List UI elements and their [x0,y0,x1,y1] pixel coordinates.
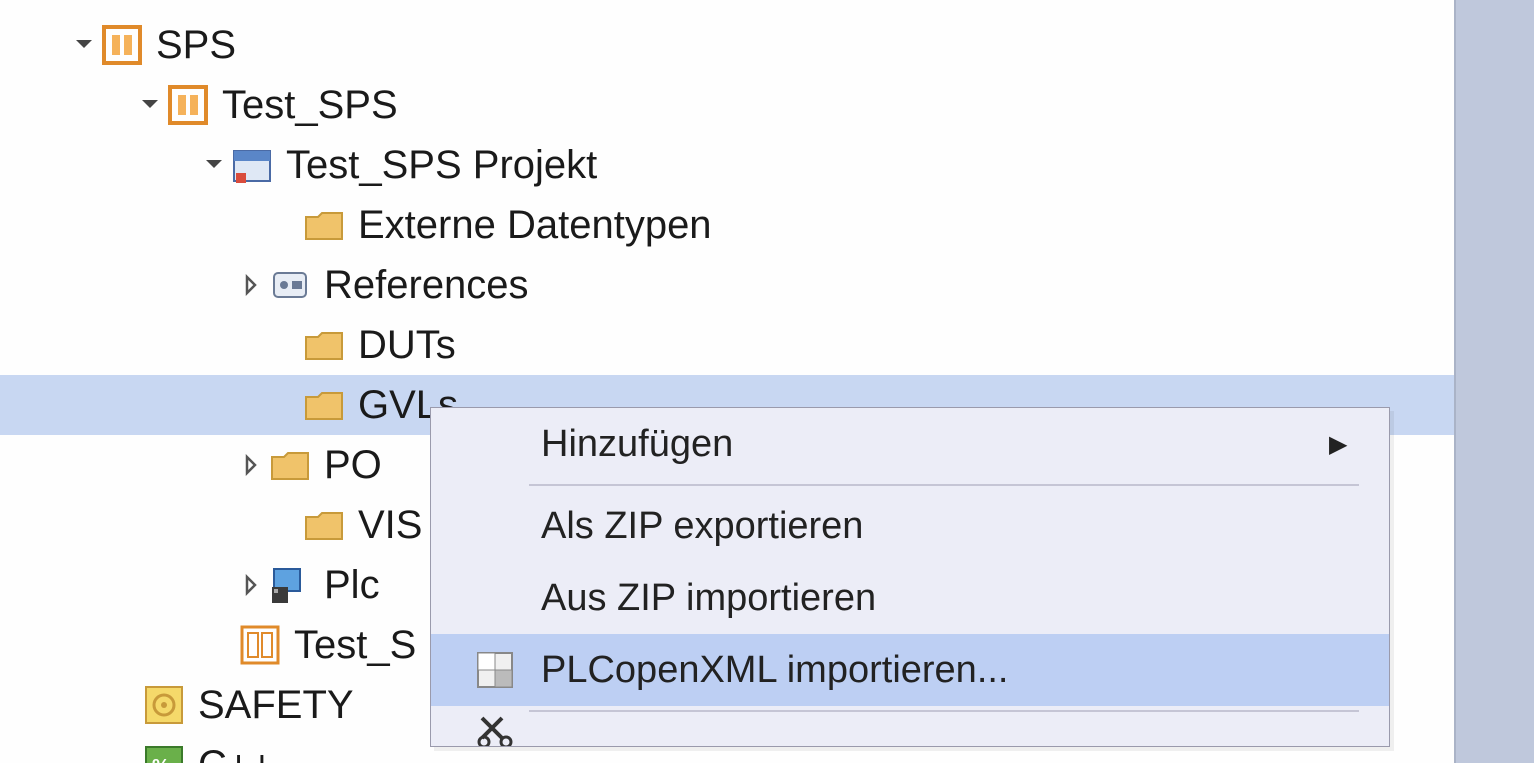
tree-label: SPS [156,23,236,68]
tree-node-project[interactable]: Test_SPS Projekt [0,135,1454,195]
tree-label: Test_SPS [222,83,398,128]
menu-item-zip-import[interactable]: Aus ZIP importieren [431,562,1389,634]
context-menu: Hinzufügen ▶ Als ZIP exportieren Aus ZIP… [430,407,1390,747]
tree-label: Test_S [294,623,416,668]
tree-node-test-sps[interactable]: Test_SPS [0,75,1454,135]
scissors-icon [461,716,529,746]
tree-node-references[interactable]: References [0,255,1454,315]
folder-icon [300,201,348,249]
tree-label: VIS [358,503,422,548]
tree-label: C++ [198,743,274,763]
menu-label: PLCopenXML importieren... [529,649,1359,692]
submenu-arrow-icon: ▶ [1329,430,1359,459]
project-tree: SPS Test_SPS Test_SPS Projekt [0,0,1454,763]
folder-icon [300,501,348,549]
menu-separator [529,484,1359,486]
references-icon [266,261,314,309]
tree-label: References [324,263,529,308]
folder-icon [300,381,348,429]
collapse-icon[interactable] [70,34,98,56]
xml-import-icon [461,649,529,691]
plc-chip-icon [98,21,146,69]
plc-instance-icon [236,621,284,669]
tree-node-sps[interactable]: SPS [0,15,1454,75]
menu-item-zip-export[interactable]: Als ZIP exportieren [431,490,1389,562]
menu-item-plcopen-import[interactable]: PLCopenXML importieren... [431,634,1389,706]
menu-item-cut[interactable] [431,716,1389,746]
project-window-icon [228,141,276,189]
folder-icon [266,441,314,489]
collapse-icon[interactable] [136,94,164,116]
tree-label: SAFETY [198,683,354,728]
task-config-icon [266,561,314,609]
cpp-icon: % [140,741,188,763]
expand-icon[interactable] [238,574,266,596]
panel-divider[interactable] [1454,0,1534,763]
menu-separator [529,710,1359,712]
collapse-icon[interactable] [200,154,228,176]
folder-icon [300,321,348,369]
expand-icon[interactable] [238,454,266,476]
menu-item-add[interactable]: Hinzufügen ▶ [431,408,1389,480]
tree-node-duts[interactable]: DUTs [0,315,1454,375]
safety-gear-icon [140,681,188,729]
menu-label: Als ZIP exportieren [529,505,1359,548]
plc-chip-icon [164,81,212,129]
expand-icon[interactable] [238,274,266,296]
tree-label: Externe Datentypen [358,203,712,248]
svg-text:%: % [152,756,170,763]
tree-label: PO [324,443,382,488]
tree-label: Test_SPS Projekt [286,143,597,188]
menu-label: Aus ZIP importieren [529,577,1359,620]
tree-node-ext-dt[interactable]: Externe Datentypen [0,195,1454,255]
menu-label: Hinzufügen [529,423,1329,466]
tree-label: Plc [324,563,380,608]
tree-label: DUTs [358,323,456,368]
